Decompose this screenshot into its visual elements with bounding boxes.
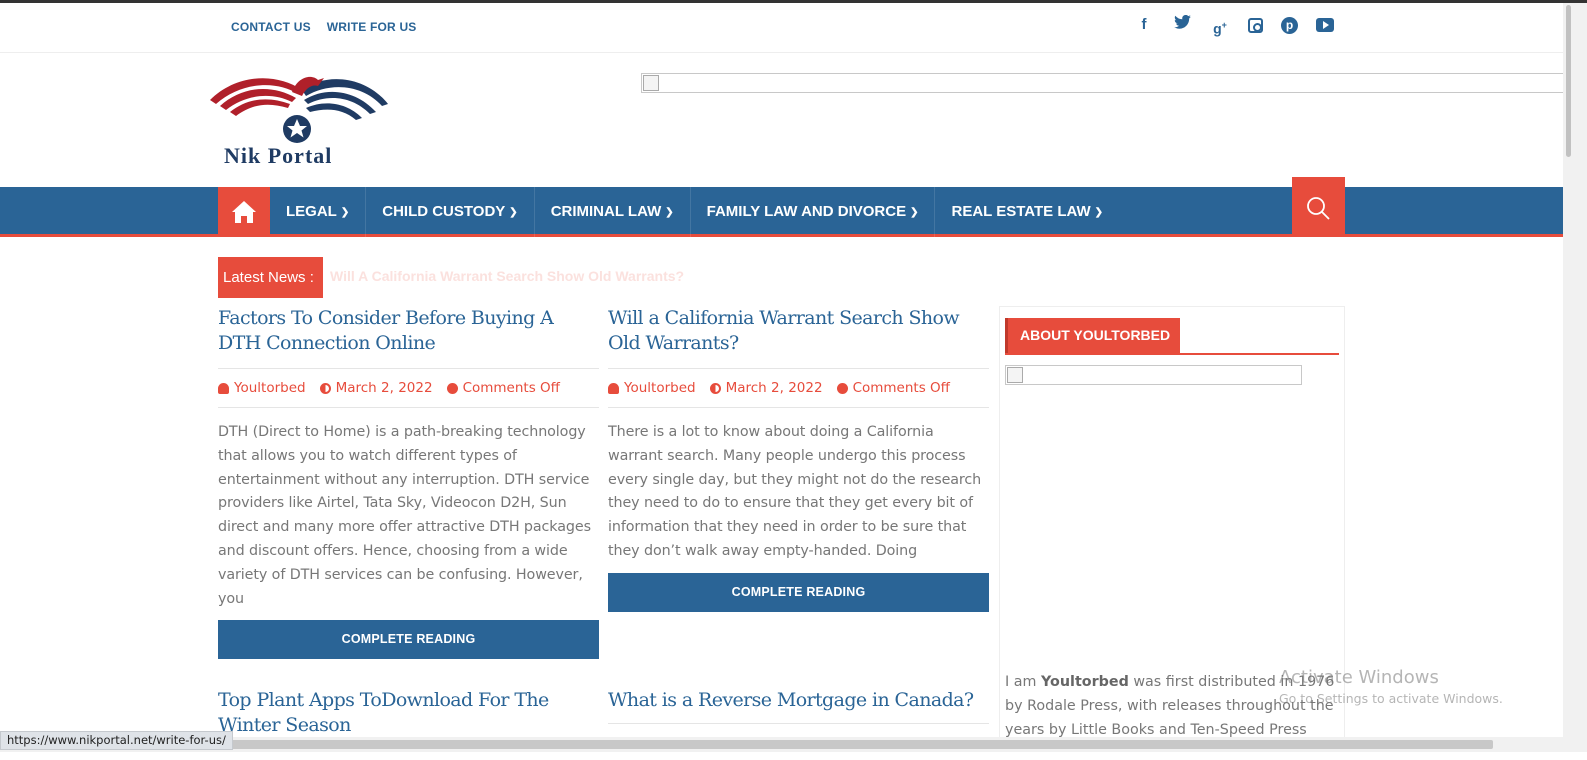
nav-item-label: REAL ESTATE LAW bbox=[951, 203, 1091, 220]
article-excerpt: There is a lot to know about doing a Cal… bbox=[608, 424, 982, 559]
chevron-down-icon: ❯ bbox=[1094, 207, 1104, 218]
divider bbox=[608, 723, 989, 724]
status-bar-url: https://www.nikportal.net/write-for-us/ bbox=[0, 731, 233, 750]
about-text-prefix: I am bbox=[1005, 674, 1041, 690]
pinterest-icon[interactable]: p bbox=[1281, 17, 1298, 34]
article-title[interactable]: Top Plant Apps ToDownload For The Winter… bbox=[218, 688, 599, 738]
article-title[interactable]: Factors To Consider Before Buying A DTH … bbox=[218, 306, 599, 356]
complete-reading-button[interactable]: COMPLETE READING bbox=[608, 572, 989, 612]
search-button[interactable] bbox=[1292, 177, 1345, 237]
write-for-us-link[interactable]: WRITE FOR US bbox=[327, 20, 417, 34]
complete-reading-button[interactable]: COMPLETE READING bbox=[218, 620, 599, 660]
nav-item-label: CHILD CUSTODY bbox=[382, 203, 506, 220]
latest-news-ticker[interactable]: Will A California Warrant Search Show Ol… bbox=[330, 268, 684, 284]
scroll-thumb[interactable] bbox=[200, 740, 1493, 749]
article-author[interactable]: Youltorbed bbox=[218, 380, 306, 396]
user-icon bbox=[608, 382, 619, 394]
date-text: March 2, 2022 bbox=[725, 380, 823, 396]
widget-title: ABOUT YOULTORBED bbox=[1005, 318, 1181, 353]
comments-text: Comments Off bbox=[462, 380, 560, 396]
comment-icon bbox=[836, 382, 848, 394]
watermark-subtitle: Go to Settings to activate Windows. bbox=[1279, 691, 1503, 706]
nav-item-label: CRIMINAL LAW bbox=[550, 203, 662, 220]
author-name: Youltorbed bbox=[234, 380, 306, 396]
twitter-icon[interactable] bbox=[1172, 14, 1192, 35]
author-image bbox=[1005, 365, 1302, 385]
article-author[interactable]: Youltorbed bbox=[608, 380, 696, 396]
article-card: Will a California Warrant Search Show Ol… bbox=[608, 306, 989, 612]
vertical-scrollbar[interactable] bbox=[1563, 3, 1587, 737]
article-comments: Comments Off bbox=[836, 380, 950, 396]
date-text: March 2, 2022 bbox=[335, 380, 433, 396]
comments-text: Comments Off bbox=[852, 380, 950, 396]
search-icon bbox=[1307, 197, 1330, 220]
article-card: Factors To Consider Before Buying A DTH … bbox=[218, 306, 599, 660]
article-date[interactable]: March 2, 2022 bbox=[709, 380, 823, 396]
home-icon bbox=[232, 201, 256, 223]
logo-text: Nik Portal bbox=[224, 143, 333, 168]
social-links: f g+ p bbox=[1134, 14, 1334, 37]
top-links: CONTACT US WRITE FOR US bbox=[231, 20, 417, 34]
nav-item-legal[interactable]: LEGAL ❯ bbox=[270, 187, 367, 237]
nav-item-child-custody[interactable]: CHILD CUSTODY ❯ bbox=[366, 187, 535, 237]
chevron-down-icon: ❯ bbox=[910, 207, 919, 218]
instagram-icon[interactable] bbox=[1248, 18, 1263, 33]
facebook-icon[interactable]: f bbox=[1134, 15, 1154, 35]
article-meta: Youltorbed March 2, 2022 Comments Off bbox=[608, 368, 989, 408]
about-text-name: Youltorbed bbox=[1041, 674, 1129, 690]
clock-icon bbox=[709, 382, 721, 394]
header-ad-banner[interactable] bbox=[641, 73, 1566, 93]
chevron-down-icon: ❯ bbox=[665, 207, 674, 218]
comment-icon bbox=[446, 382, 458, 394]
top-bar: CONTACT US WRITE FOR US f g+ p bbox=[0, 3, 1563, 53]
nav-item-label: FAMILY LAW AND DIVORCE bbox=[706, 203, 907, 220]
broken-image-icon bbox=[1007, 367, 1023, 383]
logo-eagle-icon bbox=[210, 76, 388, 143]
broken-image-icon bbox=[643, 75, 659, 91]
user-icon bbox=[218, 382, 229, 394]
home-button[interactable] bbox=[218, 187, 270, 237]
widget-heading: ABOUT YOULTORBED bbox=[1005, 318, 1339, 355]
article-excerpt: DTH (Direct to Home) is a path-breaking … bbox=[218, 424, 591, 607]
watermark-title: Activate Windows bbox=[1279, 667, 1439, 688]
clock-icon bbox=[319, 382, 331, 394]
google-plus-icon[interactable]: g+ bbox=[1210, 15, 1230, 37]
contact-us-link[interactable]: CONTACT US bbox=[231, 20, 311, 34]
nav-menu: LEGAL ❯ CHILD CUSTODY ❯ CRIMINAL LAW ❯ FAMI… bbox=[270, 187, 1119, 237]
article-card: What is a Reverse Mortgage in Canada? bbox=[608, 688, 989, 724]
article-card: Top Plant Apps ToDownload For The Winter… bbox=[218, 688, 599, 738]
activation-watermark: Activate Windows Go to Settings to activ… bbox=[1279, 667, 1503, 706]
nav-item-family-law[interactable]: FAMILY LAW AND DIVORCE ❯ bbox=[691, 187, 936, 237]
horizontal-scrollbar[interactable] bbox=[0, 737, 1587, 752]
latest-news-label: Latest News : bbox=[218, 257, 323, 298]
chevron-down-icon: ❯ bbox=[509, 207, 518, 218]
nav-item-label: LEGAL bbox=[286, 203, 337, 220]
nav-item-real-estate-law[interactable]: REAL ESTATE LAW ❯ bbox=[935, 187, 1119, 237]
article-comments: Comments Off bbox=[446, 380, 560, 396]
author-name: Youltorbed bbox=[624, 380, 696, 396]
youtube-icon[interactable] bbox=[1316, 18, 1334, 32]
article-title[interactable]: What is a Reverse Mortgage in Canada? bbox=[608, 688, 989, 713]
article-title[interactable]: Will a California Warrant Search Show Ol… bbox=[608, 306, 989, 356]
article-date[interactable]: March 2, 2022 bbox=[319, 380, 433, 396]
nav-item-criminal-law[interactable]: CRIMINAL LAW ❯ bbox=[535, 187, 691, 237]
chevron-down-icon: ❯ bbox=[340, 207, 350, 218]
scroll-thumb[interactable] bbox=[1566, 5, 1571, 157]
article-meta: Youltorbed March 2, 2022 Comments Off bbox=[218, 368, 599, 408]
